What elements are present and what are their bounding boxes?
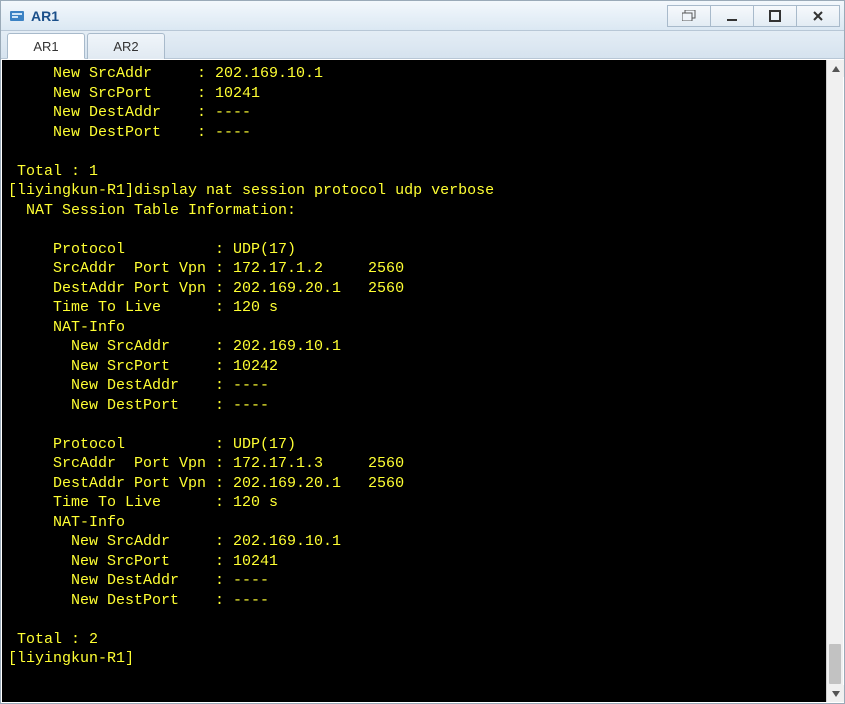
terminal-line: [8, 415, 826, 435]
terminal-line: Total : 1: [8, 162, 826, 182]
minimize-button[interactable]: [710, 5, 754, 27]
terminal-line: NAT-Info: [8, 318, 826, 338]
scrollbar[interactable]: [826, 60, 843, 702]
scroll-down-arrow-icon[interactable]: [827, 685, 844, 702]
tab-bar: AR1 AR2: [1, 31, 844, 59]
terminal-line: New DestAddr : ----: [8, 376, 826, 396]
scroll-thumb[interactable]: [829, 644, 841, 684]
scroll-up-arrow-icon[interactable]: [827, 60, 844, 77]
terminal-line: New SrcPort : 10242: [8, 357, 826, 377]
terminal-line: DestAddr Port Vpn : 202.169.20.1 2560: [8, 279, 826, 299]
terminal-line: Time To Live : 120 s: [8, 493, 826, 513]
terminal-line: SrcAddr Port Vpn : 172.17.1.3 2560: [8, 454, 826, 474]
terminal-line: New DestPort : ----: [8, 123, 826, 143]
terminal-output[interactable]: New SrcAddr : 202.169.10.1 New SrcPort :…: [2, 60, 826, 702]
app-icon: [9, 8, 25, 24]
tab-ar2[interactable]: AR2: [87, 33, 165, 59]
terminal-line: Protocol : UDP(17): [8, 435, 826, 455]
terminal-line: New DestPort : ----: [8, 396, 826, 416]
tab-ar1[interactable]: AR1: [7, 33, 85, 59]
terminal-line: Protocol : UDP(17): [8, 240, 826, 260]
terminal-line: New SrcPort : 10241: [8, 84, 826, 104]
terminal-line: New SrcAddr : 202.169.10.1: [8, 64, 826, 84]
terminal-line: [liyingkun-R1]display nat session protoc…: [8, 181, 826, 201]
terminal-line: [8, 610, 826, 630]
terminal-line: Total : 2: [8, 630, 826, 650]
close-button[interactable]: [796, 5, 840, 27]
terminal-line: New DestAddr : ----: [8, 103, 826, 123]
terminal-line: [8, 220, 826, 240]
terminal-line: SrcAddr Port Vpn : 172.17.1.2 2560: [8, 259, 826, 279]
window-title: AR1: [31, 8, 668, 24]
terminal-line: New DestPort : ----: [8, 591, 826, 611]
terminal-line: Time To Live : 120 s: [8, 298, 826, 318]
terminal-line: [liyingkun-R1]: [8, 649, 826, 669]
restore-down-button[interactable]: [667, 5, 711, 27]
maximize-button[interactable]: [753, 5, 797, 27]
titlebar: AR1: [1, 1, 844, 31]
terminal-line: New SrcPort : 10241: [8, 552, 826, 572]
terminal-line: NAT-Info: [8, 513, 826, 533]
terminal-line: DestAddr Port Vpn : 202.169.20.1 2560: [8, 474, 826, 494]
window-controls: [668, 5, 840, 27]
tab-label: AR2: [113, 39, 138, 54]
terminal-line: New SrcAddr : 202.169.10.1: [8, 532, 826, 552]
terminal-line: [8, 142, 826, 162]
terminal-line: New SrcAddr : 202.169.10.1: [8, 337, 826, 357]
terminal-line: NAT Session Table Information:: [8, 201, 826, 221]
app-window: AR1 AR1: [0, 0, 845, 704]
tab-label: AR1: [33, 39, 58, 54]
terminal-container: New SrcAddr : 202.169.10.1 New SrcPort :…: [1, 59, 844, 703]
terminal-line: New DestAddr : ----: [8, 571, 826, 591]
